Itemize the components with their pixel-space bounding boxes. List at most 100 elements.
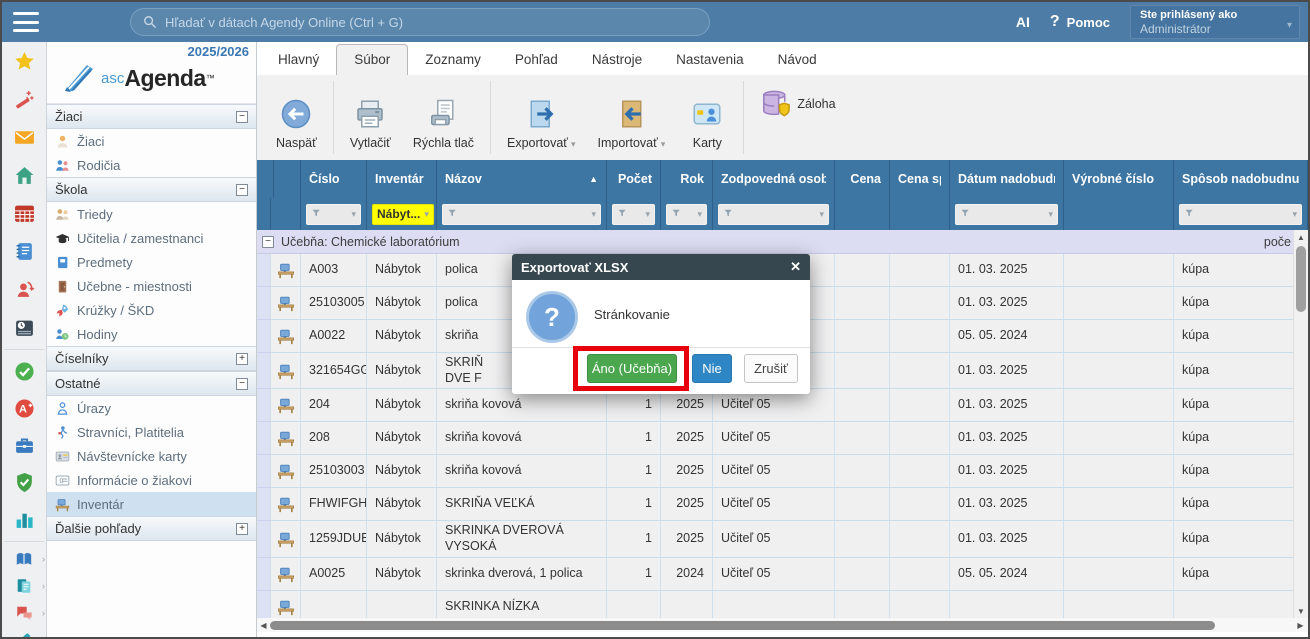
tab-súbor[interactable]: Súbor bbox=[336, 44, 408, 75]
vertical-scroll-thumb[interactable] bbox=[1296, 246, 1306, 312]
column-header-datum[interactable]: Dátum nadobudnuti bbox=[950, 160, 1064, 198]
rail-star-button[interactable] bbox=[2, 42, 46, 80]
close-icon[interactable]: ✕ bbox=[790, 259, 801, 275]
sidebar-item-triedy[interactable]: Triedy bbox=[47, 202, 256, 226]
table-row[interactable]: FHWIFGHFNábytokSKRIŇA VEĽKÁ12025Učiteľ 0… bbox=[257, 488, 1308, 521]
expand-icon[interactable]: + bbox=[236, 523, 248, 535]
filter-dropdown-sposob[interactable]: ▾ bbox=[1179, 204, 1302, 225]
rail-check-circle-button[interactable] bbox=[2, 353, 46, 390]
cancel-button[interactable]: Zrušiť bbox=[744, 354, 798, 383]
horizontal-scrollbar[interactable]: ◀ ▶ bbox=[257, 618, 1308, 632]
column-header-cislo[interactable]: Číslo bbox=[301, 160, 367, 198]
column-header-rok[interactable]: Rok bbox=[661, 160, 713, 198]
column-header-pocet[interactable]: Počet bbox=[607, 160, 661, 198]
vytla-i--button[interactable]: Vytlačiť bbox=[339, 75, 402, 160]
sidebar-section-0[interactable]: Žiaci− bbox=[47, 104, 256, 129]
sidebar-item-rodi-ia[interactable]: Rodičia bbox=[47, 153, 256, 177]
sidebar-item-hodiny[interactable]: Hodiny bbox=[47, 322, 256, 346]
collapse-icon[interactable]: − bbox=[236, 378, 248, 390]
rail-library-book-button[interactable]: › bbox=[2, 545, 46, 572]
tab-nastavenia[interactable]: Nastavenia bbox=[659, 45, 761, 75]
global-search-input[interactable]: Hľadať v dátach Agendy Online (Ctrl + G) bbox=[130, 8, 710, 36]
column-header-cena_spolu[interactable]: Cena spol bbox=[890, 160, 950, 198]
yes-button[interactable]: Áno (Učebňa) bbox=[587, 354, 677, 383]
filter-dropdown-datum[interactable]: ▾ bbox=[955, 204, 1058, 225]
rail-home-button[interactable] bbox=[2, 156, 46, 194]
rail-grade-a-plus-button[interactable]: A bbox=[2, 390, 46, 427]
filter-dropdown-inventar[interactable]: Nábyt...▾ bbox=[372, 204, 434, 225]
table-row[interactable]: 1259JDUEMNábytokSKRINKA DVEROVÁ VYSOKÁ12… bbox=[257, 521, 1308, 557]
rail-shield-check-button[interactable] bbox=[2, 464, 46, 501]
ai-button[interactable]: AI bbox=[1016, 14, 1030, 30]
user-role-dropdown[interactable]: Ste prihlásený ako Administrátor ▾ bbox=[1130, 5, 1300, 39]
rail-signature-pen-button[interactable] bbox=[2, 626, 46, 639]
rail-magic-wand-button[interactable] bbox=[2, 80, 46, 118]
sidebar-item-invent-r[interactable]: Inventár bbox=[47, 492, 256, 516]
rail-calendar-grid-button[interactable] bbox=[2, 194, 46, 232]
r-chla-tla--button[interactable]: Rýchla tlač bbox=[402, 75, 485, 160]
filter-dropdown-pocet[interactable]: ▾ bbox=[612, 204, 655, 225]
exportova--button[interactable]: Exportovať▾ bbox=[496, 75, 587, 160]
tab-pohľad[interactable]: Pohľad bbox=[498, 45, 575, 75]
scroll-right-icon[interactable]: ▶ bbox=[1294, 621, 1307, 630]
sidebar-item-n-v-tevn-cke-karty[interactable]: Návštevnícke karty bbox=[47, 444, 256, 468]
sidebar-section-1[interactable]: Škola− bbox=[47, 177, 256, 202]
karty-button[interactable]: Karty bbox=[676, 75, 738, 160]
table-row[interactable]: 208Nábytokskriňa kovová12025Učiteľ 0501.… bbox=[257, 422, 1308, 455]
tab-návod[interactable]: Návod bbox=[761, 45, 834, 75]
table-row[interactable]: A0025Nábytokskrinka dverová, 1 polica120… bbox=[257, 558, 1308, 591]
rail-envelope-button[interactable] bbox=[2, 118, 46, 156]
sidebar-item--iaci[interactable]: Žiaci bbox=[47, 129, 256, 153]
scroll-up-icon[interactable]: ▲ bbox=[1294, 230, 1308, 244]
horizontal-scroll-thumb[interactable] bbox=[270, 621, 1215, 630]
sidebar-item--razy[interactable]: Úrazy bbox=[47, 396, 256, 420]
collapse-icon[interactable]: − bbox=[236, 111, 248, 123]
sidebar-section-4[interactable]: Ďalšie pohľady+ bbox=[47, 516, 256, 541]
sidebar-item-kr-ky-kd[interactable]: Krúžky / ŠKD bbox=[47, 298, 256, 322]
no-button[interactable]: Nie bbox=[692, 354, 732, 383]
column-header-nazov[interactable]: Názov▲ bbox=[437, 160, 607, 198]
rail-briefcase-button[interactable] bbox=[2, 427, 46, 464]
group-row[interactable]: − Učebňa: Chemické laboratórium poče bbox=[257, 230, 1308, 254]
rail-notebook-button[interactable] bbox=[2, 232, 46, 270]
table-row[interactable]: 25103003Nábytokskriňa kovová12025Učiteľ … bbox=[257, 455, 1308, 488]
group-collapse-toggle[interactable]: − bbox=[262, 236, 274, 248]
filter-dropdown-cislo[interactable]: ▾ bbox=[306, 204, 361, 225]
filter-dropdown-osoba[interactable]: ▾ bbox=[718, 204, 829, 225]
tab-hlavný[interactable]: Hlavný bbox=[261, 45, 336, 75]
sidebar-item-u-ebne-miestnosti[interactable]: Učebne - miestnosti bbox=[47, 274, 256, 298]
scroll-left-icon[interactable]: ◀ bbox=[257, 621, 270, 630]
z-loha-button[interactable]: Záloha bbox=[749, 75, 846, 129]
sidebar-item-u-itelia-zamestnanci[interactable]: Učitelia / zamestnanci bbox=[47, 226, 256, 250]
hamburger-menu-icon[interactable] bbox=[13, 12, 39, 32]
column-header-icon[interactable] bbox=[271, 160, 301, 198]
rail-person-sync-button[interactable] bbox=[2, 270, 46, 308]
rail-schedule-clock-button[interactable] bbox=[2, 308, 46, 346]
nasp--button[interactable]: Naspäť bbox=[265, 75, 328, 160]
sidebar-item-inform-cie-o-iakovi[interactable]: ΩInformácie o žiakovi bbox=[47, 468, 256, 492]
importova--button[interactable]: Importovať▾ bbox=[587, 75, 677, 160]
rail-chat-bubbles-button[interactable]: › bbox=[2, 599, 46, 626]
tab-nástroje[interactable]: Nástroje bbox=[575, 45, 659, 75]
expand-icon[interactable]: + bbox=[236, 353, 248, 365]
vertical-scrollbar[interactable]: ▲ ▼ bbox=[1293, 230, 1308, 618]
help-button[interactable]: ? Pomoc bbox=[1050, 13, 1110, 31]
sidebar-section-2[interactable]: Číselníky+ bbox=[47, 346, 256, 371]
filter-dropdown-nazov[interactable]: ▾ bbox=[442, 204, 601, 225]
column-header-inventar[interactable]: Inventár bbox=[367, 160, 437, 198]
rail-bar-chart-button[interactable] bbox=[2, 501, 46, 538]
column-header-osoba[interactable]: Zodpovedná osoba bbox=[713, 160, 835, 198]
column-header-vyrobne[interactable]: Výrobné číslo bbox=[1064, 160, 1174, 198]
collapse-icon[interactable]: − bbox=[236, 184, 248, 196]
sidebar-section-3[interactable]: Ostatné− bbox=[47, 371, 256, 396]
sidebar-item-stravn-ci-platitelia[interactable]: Stravníci, Platitelia bbox=[47, 420, 256, 444]
tab-zoznamy[interactable]: Zoznamy bbox=[408, 45, 498, 75]
filter-dropdown-rok[interactable]: ▾ bbox=[666, 204, 707, 225]
column-header-sposob[interactable]: Spôsob nadobudnu bbox=[1174, 160, 1308, 198]
table-row[interactable]: 204Nábytokskriňa kovová12025Učiteľ 0501.… bbox=[257, 389, 1308, 422]
table-row[interactable]: SKRINKA NÍZKA bbox=[257, 591, 1308, 619]
rail-documents-button[interactable]: › bbox=[2, 572, 46, 599]
sidebar-item-predmety[interactable]: Predmety bbox=[47, 250, 256, 274]
scroll-down-icon[interactable]: ▼ bbox=[1294, 604, 1308, 618]
column-header-cena[interactable]: Cena bbox=[835, 160, 890, 198]
